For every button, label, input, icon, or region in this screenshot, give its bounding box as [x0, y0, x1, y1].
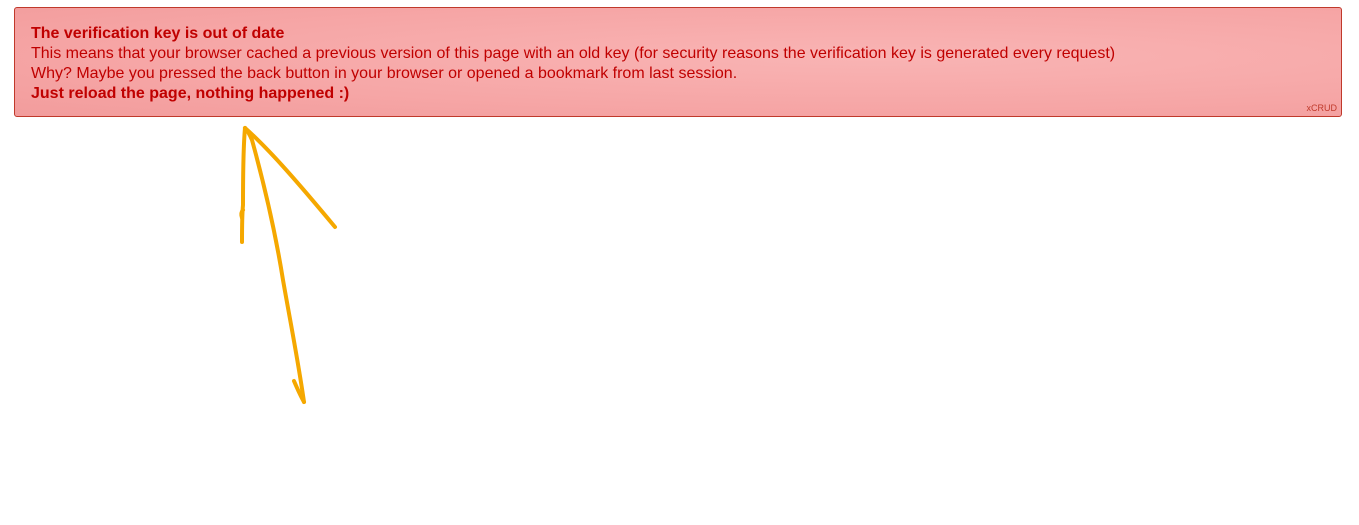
alert-message-why: Why? Maybe you pressed the back button i… [31, 65, 738, 82]
alert-brand-label: xCRUD [1306, 103, 1338, 113]
alert-message-reload: Just reload the page, nothing happened :… [31, 85, 350, 102]
alert-title: The verification key is out of date [31, 25, 285, 42]
arrow-head-right [243, 126, 337, 229]
arrow-left-stub [239, 208, 245, 220]
arrow-tail-hook [292, 379, 306, 404]
error-alert: The verification key is out of date This… [14, 7, 1342, 117]
arrow-head-left [240, 126, 247, 244]
alert-message-cache: This means that your browser cached a pr… [31, 45, 1116, 62]
arrow-shaft [243, 126, 306, 404]
page: The verification key is out of date This… [0, 0, 1359, 525]
